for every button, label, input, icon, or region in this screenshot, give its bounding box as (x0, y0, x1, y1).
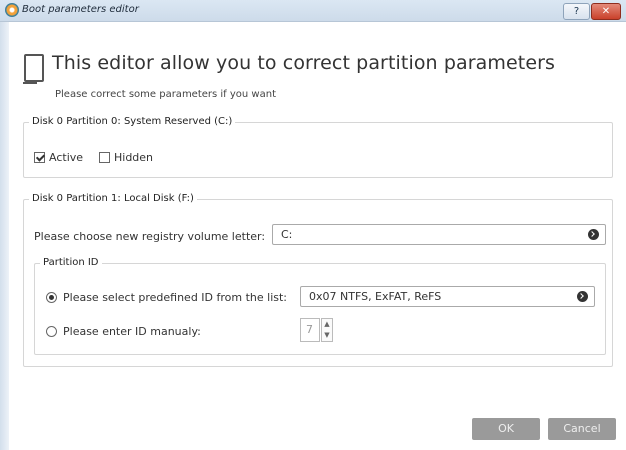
partition0-legend: Disk 0 Partition 0: System Reserved (C:) (29, 116, 236, 127)
manual-radio-row[interactable]: Please enter ID manualy: (46, 325, 201, 338)
window-left-border (0, 22, 9, 450)
predefined-radio-row[interactable]: Please select predefined ID from the lis… (46, 291, 287, 304)
active-label: Active (49, 151, 84, 164)
window-title: Boot parameters editor (22, 4, 139, 15)
predefined-radio[interactable] (46, 292, 57, 303)
title-bar: Boot parameters editor ? ✕ (0, 0, 626, 22)
volume-letter-select[interactable]: C: (272, 224, 606, 245)
stepper-up-icon[interactable]: ▲ (323, 320, 331, 329)
hidden-checkbox-row[interactable]: Hidden (99, 151, 153, 164)
volume-letter-label: Please choose new registry volume letter… (34, 230, 266, 243)
hidden-checkbox[interactable] (99, 152, 110, 163)
close-button[interactable]: ✕ (591, 3, 621, 20)
partition-id-legend: Partition ID (40, 257, 102, 268)
hidden-label: Hidden (114, 151, 154, 164)
chevron-right-icon (588, 229, 599, 240)
predefined-id-value: 0x07 NTFS, ExFAT, ReFS (309, 290, 442, 303)
volume-letter-value: C: (281, 228, 293, 241)
manual-id-input[interactable]: 7 (300, 318, 320, 342)
app-icon (5, 3, 19, 17)
active-checkbox[interactable] (34, 152, 45, 163)
stepper-down-icon[interactable]: ▼ (323, 331, 331, 340)
page-title: This editor allow you to correct partiti… (52, 52, 556, 74)
manual-radio[interactable] (46, 326, 57, 337)
partition1-legend: Disk 0 Partition 1: Local Disk (F:) (29, 193, 197, 204)
ok-button[interactable]: OK (472, 418, 540, 440)
predefined-id-select[interactable]: 0x07 NTFS, ExFAT, ReFS (300, 286, 595, 307)
cancel-button[interactable]: Cancel (548, 418, 616, 440)
page-subtitle: Please correct some parameters if you wa… (55, 89, 277, 100)
partition0-group: Disk 0 Partition 0: System Reserved (C:) (23, 116, 613, 178)
drive-icon (23, 54, 44, 84)
manual-id-stepper[interactable]: ▲ ▼ (321, 318, 333, 342)
manual-label: Please enter ID manualy: (63, 325, 201, 338)
help-button[interactable]: ? (563, 3, 590, 20)
active-checkbox-row[interactable]: Active (34, 151, 83, 164)
predefined-label: Please select predefined ID from the lis… (63, 291, 288, 304)
partition-id-group: Partition ID (34, 257, 606, 355)
chevron-right-icon (577, 291, 588, 302)
